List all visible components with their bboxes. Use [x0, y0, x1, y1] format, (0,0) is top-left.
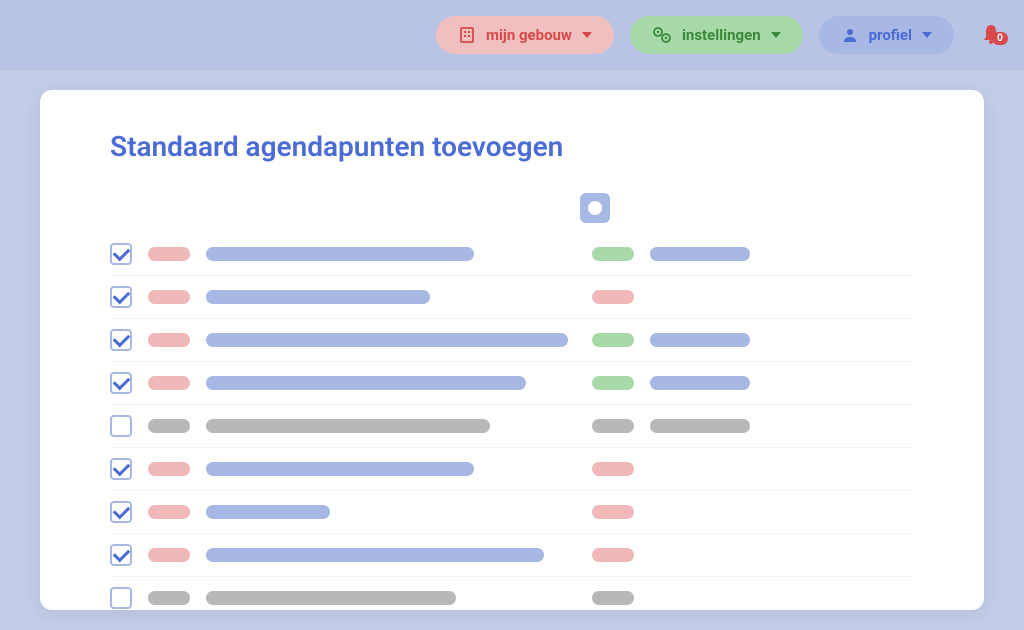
checkbox[interactable] [110, 329, 132, 351]
instellingen-button[interactable]: instellingen [630, 16, 803, 54]
label-cell [206, 333, 576, 347]
item-label-placeholder [206, 419, 490, 433]
status-chip [592, 247, 634, 261]
profiel-label: profiel [869, 26, 912, 44]
label-cell [206, 376, 576, 390]
status-chip [592, 290, 634, 304]
status-chip [592, 333, 634, 347]
item-label-placeholder [206, 247, 474, 261]
table-header [110, 193, 914, 233]
item-label-placeholder [206, 290, 430, 304]
checkbox[interactable] [110, 415, 132, 437]
chevron-down-icon [582, 32, 592, 38]
card: Standaard agendapunten toevoegen [40, 90, 984, 610]
chevron-down-icon [922, 32, 932, 38]
checkbox[interactable] [110, 587, 132, 609]
item-label-placeholder [206, 591, 456, 605]
mijn-gebouw-label: mijn gebouw [486, 26, 572, 44]
tag-chip [148, 462, 190, 476]
end-chip [650, 419, 750, 433]
table-row [110, 533, 914, 576]
table-row [110, 275, 914, 318]
item-label-placeholder [206, 376, 526, 390]
status-chip [592, 419, 634, 433]
table-row [110, 318, 914, 361]
table-row [110, 490, 914, 533]
table-rows [110, 233, 914, 610]
checkbox[interactable] [110, 243, 132, 265]
label-cell [206, 505, 576, 519]
checkbox[interactable] [110, 501, 132, 523]
table-row [110, 447, 914, 490]
label-cell [206, 591, 576, 605]
tag-chip [148, 548, 190, 562]
notification-count: 0 [992, 32, 1008, 45]
tag-chip [148, 591, 190, 605]
instellingen-label: instellingen [682, 26, 761, 44]
table-row [110, 576, 914, 610]
table-row [110, 233, 914, 275]
circle-icon [588, 201, 602, 215]
mijn-gebouw-button[interactable]: mijn gebouw [436, 16, 614, 54]
status-chip [592, 591, 634, 605]
end-chip [650, 376, 750, 390]
table-row [110, 361, 914, 404]
notifications-button[interactable]: 0 [978, 22, 1004, 48]
page-title: Standaard agendapunten toevoegen [110, 130, 914, 163]
checkbox[interactable] [110, 544, 132, 566]
user-icon [841, 26, 859, 44]
main: Standaard agendapunten toevoegen [0, 70, 1024, 630]
checkbox[interactable] [110, 372, 132, 394]
tag-chip [148, 376, 190, 390]
gear-icon [652, 26, 672, 44]
end-chip [650, 333, 750, 347]
item-label-placeholder [206, 505, 330, 519]
column-header-icon[interactable] [580, 193, 610, 223]
chevron-down-icon [771, 32, 781, 38]
table-row [110, 404, 914, 447]
item-label-placeholder [206, 548, 544, 562]
checkbox[interactable] [110, 286, 132, 308]
label-cell [206, 247, 576, 261]
tag-chip [148, 247, 190, 261]
status-chip [592, 376, 634, 390]
profiel-button[interactable]: profiel [819, 16, 954, 54]
label-cell [206, 419, 576, 433]
status-chip [592, 505, 634, 519]
tag-chip [148, 290, 190, 304]
building-icon [458, 26, 476, 44]
label-cell [206, 290, 576, 304]
checkbox[interactable] [110, 458, 132, 480]
label-cell [206, 462, 576, 476]
tag-chip [148, 419, 190, 433]
status-chip [592, 462, 634, 476]
item-label-placeholder [206, 333, 568, 347]
item-label-placeholder [206, 462, 474, 476]
end-chip [650, 247, 750, 261]
tag-chip [148, 505, 190, 519]
status-chip [592, 548, 634, 562]
tag-chip [148, 333, 190, 347]
topbar: mijn gebouw instellingen profiel 0 [0, 0, 1024, 70]
label-cell [206, 548, 576, 562]
